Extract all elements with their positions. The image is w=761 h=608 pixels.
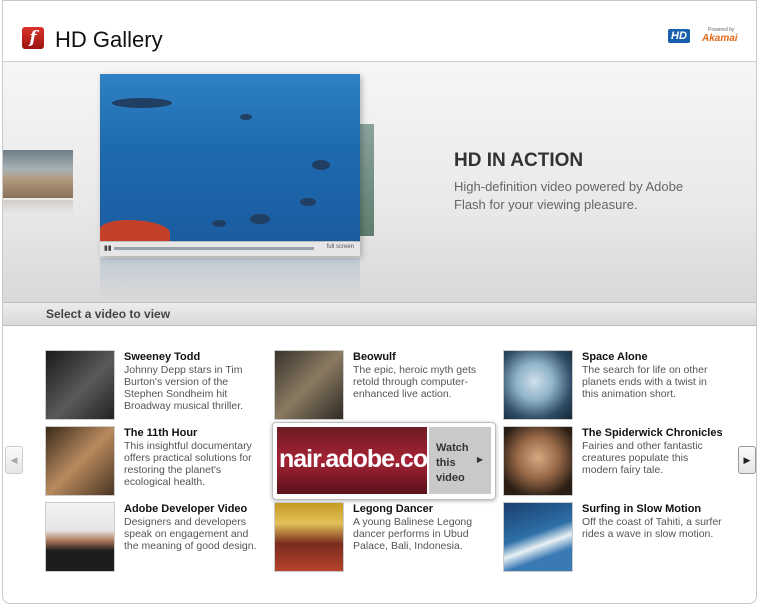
akamai-logo: Akamai <box>702 33 738 44</box>
fish-shape <box>240 114 252 120</box>
hero-video-player[interactable]: ▮▮ full screen <box>100 74 360 256</box>
hd-akamai-logo: HD Powered by Akamai <box>668 27 742 47</box>
section-label: Select a video to view <box>46 307 171 321</box>
player-reflection <box>100 258 360 298</box>
selected-video-preview[interactable]: nair.adobe.com <box>277 427 427 494</box>
video-item-surfing[interactable]: Surfing in Slow Motion Off the coast of … <box>503 502 723 572</box>
video-description: This insightful documentary offers pract… <box>124 440 252 488</box>
video-thumbnail[interactable] <box>503 350 573 420</box>
carousel-thumb-desert[interactable] <box>3 150 73 198</box>
fish-shape <box>212 220 226 227</box>
carousel-reflection <box>3 200 73 214</box>
app-title: HD Gallery <box>55 27 163 52</box>
preview-text: nair.adobe.com <box>279 445 427 473</box>
video-item-legong-dancer[interactable]: Legong Dancer A young Balinese Legong da… <box>274 502 494 572</box>
hd-logo-icon: HD <box>668 29 690 43</box>
video-title[interactable]: Sweeney Todd <box>124 351 200 363</box>
carousel-thumb-side[interactable] <box>360 124 374 236</box>
video-item-11th-hour[interactable]: The 11th Hour This insightful documentar… <box>45 426 265 496</box>
fish-shape <box>112 98 172 108</box>
header: f HD Gallery HD Powered by Akamai <box>3 1 756 62</box>
video-title[interactable]: Surfing in Slow Motion <box>582 503 701 515</box>
video-title[interactable]: The Spiderwick Chronicles <box>582 427 723 439</box>
video-description: A young Balinese Legong dancer performs … <box>353 516 473 552</box>
video-item-space-alone[interactable]: Space Alone The search for life on other… <box>503 350 723 420</box>
video-description: Fairies and other fantastic creatures po… <box>582 440 703 476</box>
hero-heading: HD IN ACTION <box>454 150 584 171</box>
play-icon[interactable]: ▮▮ <box>104 244 112 252</box>
chevron-left-icon: ◀ <box>10 455 18 465</box>
video-item-beowulf[interactable]: Beowulf The epic, heroic myth gets retol… <box>274 350 494 420</box>
prev-page-button[interactable]: ◀ <box>5 446 23 474</box>
video-title[interactable]: Space Alone <box>582 351 648 363</box>
seek-bar[interactable] <box>114 247 314 250</box>
play-arrow-icon: ▶ <box>476 455 483 464</box>
video-description: Johnny Depp stars in Tim Burton's versio… <box>124 364 244 412</box>
fish-shape <box>312 160 330 170</box>
player-controls[interactable]: ▮▮ full screen <box>100 241 360 256</box>
coral-shape <box>100 220 170 242</box>
video-thumbnail[interactable] <box>274 502 344 572</box>
video-thumbnail[interactable] <box>45 350 115 420</box>
chevron-right-icon: ▶ <box>743 455 751 465</box>
watch-label: Watch this video <box>436 442 469 484</box>
video-description: Off the coast of Tahiti, a surfer rides … <box>582 516 722 540</box>
fish-shape <box>250 214 270 224</box>
hero-carousel: ▮▮ full screen HD IN ACTION High-definit… <box>3 62 756 302</box>
video-thumbnail[interactable] <box>503 426 573 496</box>
video-title[interactable]: Adobe Developer Video <box>124 503 247 515</box>
section-bar: Select a video to view <box>3 302 756 326</box>
video-thumbnail[interactable] <box>503 502 573 572</box>
video-item-spiderwick[interactable]: The Spiderwick Chronicles Fairies and ot… <box>503 426 723 496</box>
watch-video-button[interactable]: Watch this video ▶ <box>429 427 491 494</box>
video-description: Designers and developers speak on engage… <box>124 516 257 552</box>
next-page-button[interactable]: ▶ <box>738 446 756 474</box>
video-title[interactable]: Beowulf <box>353 351 396 363</box>
hero-description: High-definition video powered by Adobe F… <box>454 179 684 212</box>
video-item-adobe-developer[interactable]: Adobe Developer Video Designers and deve… <box>45 502 265 572</box>
fish-shape <box>300 198 316 206</box>
video-description: The search for life on other planets end… <box>582 364 708 400</box>
video-thumbnail[interactable] <box>274 350 344 420</box>
video-title[interactable]: The 11th Hour <box>124 427 197 439</box>
video-thumbnail[interactable] <box>45 502 115 572</box>
gallery-frame: f HD Gallery HD Powered by Akamai ▮▮ ful… <box>2 0 757 604</box>
flash-logo-icon: f <box>22 27 44 49</box>
video-description: The epic, heroic myth gets retold throug… <box>353 364 477 400</box>
video-thumbnail[interactable] <box>45 426 115 496</box>
selected-video-card[interactable]: nair.adobe.com Watch this video ▶ <box>272 422 496 500</box>
video-item-sweeney-todd[interactable]: Sweeney Todd Johnny Depp stars in Tim Bu… <box>45 350 265 420</box>
fullscreen-button[interactable]: full screen <box>327 244 354 250</box>
video-title[interactable]: Legong Dancer <box>353 503 433 515</box>
